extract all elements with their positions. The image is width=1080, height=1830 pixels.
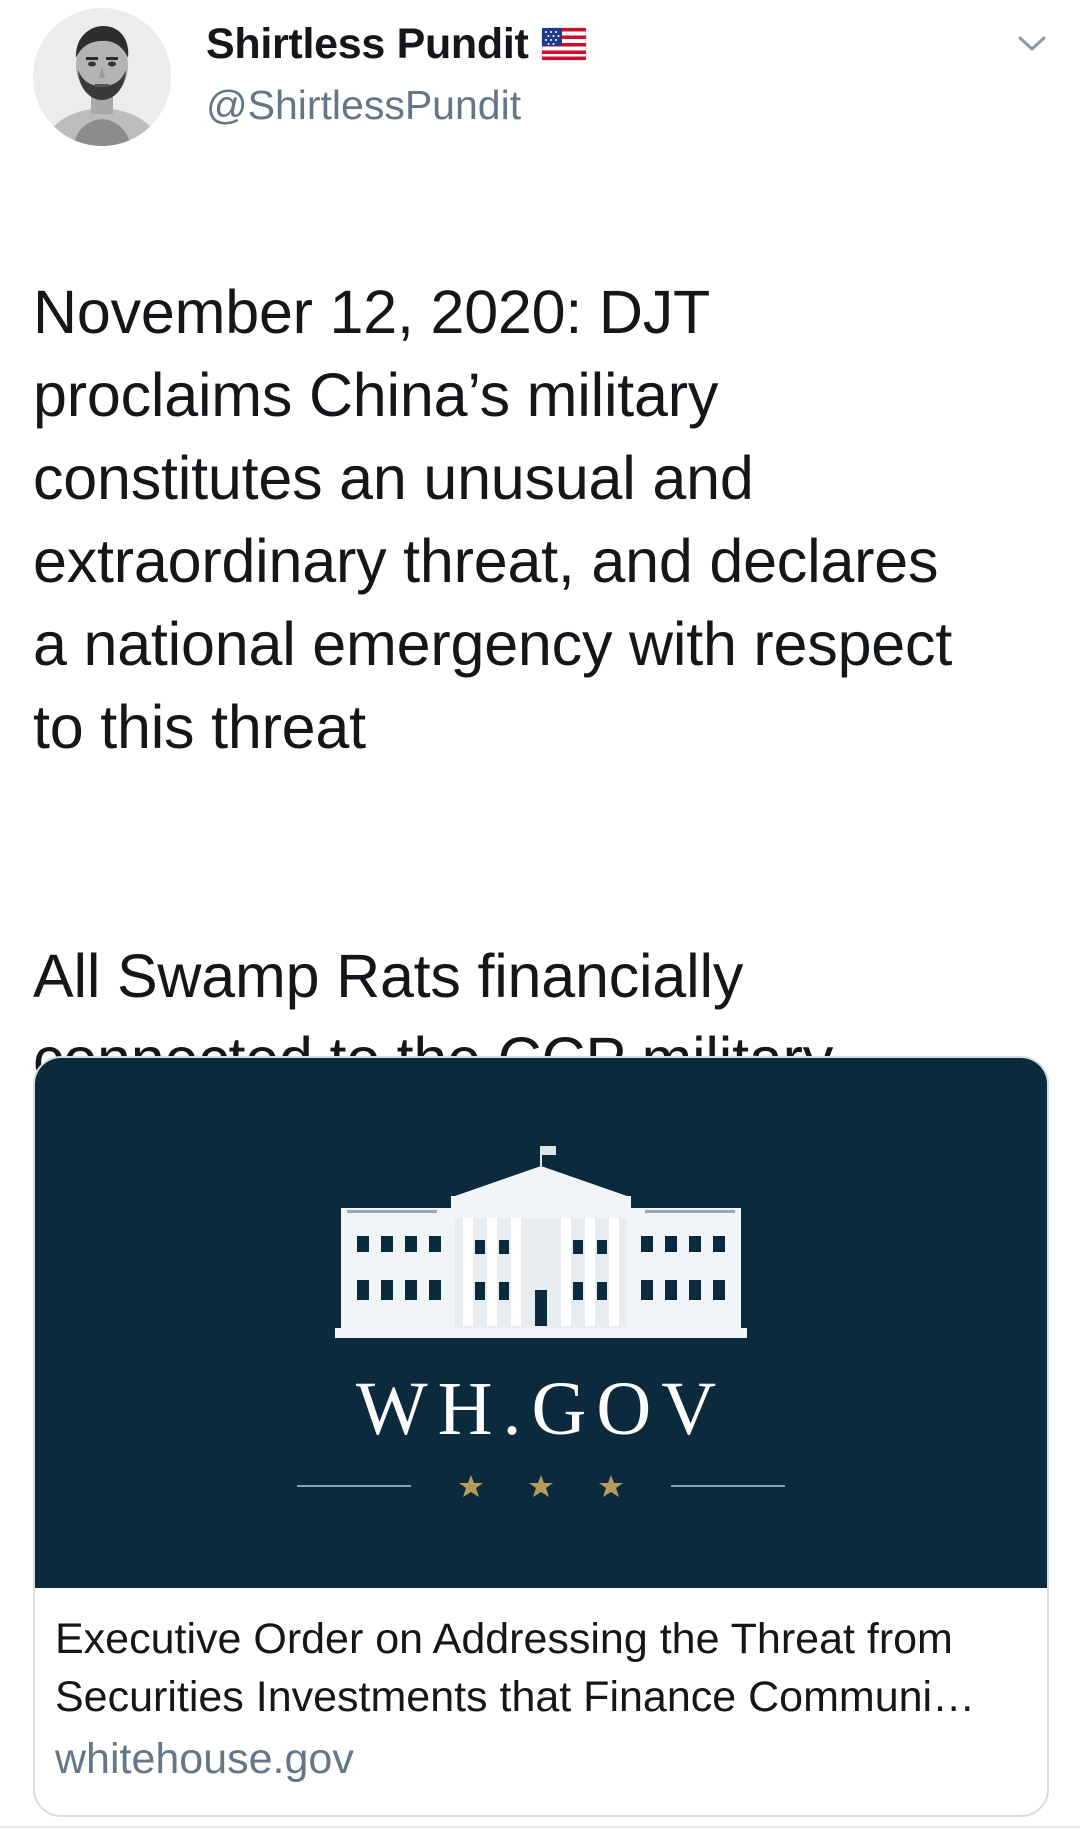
avatar[interactable] bbox=[33, 8, 171, 146]
card-image[interactable]: WH.GOV bbox=[35, 1058, 1047, 1588]
author-name-row[interactable]: Shirtless Pundit bbox=[206, 16, 587, 72]
card-image-label: WH.GOV bbox=[355, 1367, 727, 1451]
card-title-line: Securities Investments that Finance Comm… bbox=[55, 1673, 976, 1721]
tweet-paragraph: November 12, 2020: DJT proclaims China’s… bbox=[33, 278, 953, 761]
us-flag-icon bbox=[541, 27, 587, 61]
card-meta: Executive Order on Addressing the Threat… bbox=[55, 1610, 1030, 1788]
link-card[interactable]: WH.GOV Executive Order on Addressing the… bbox=[33, 1056, 1049, 1817]
card-title-line: Executive Order on Addressing the Threat… bbox=[55, 1615, 953, 1663]
author-display-name[interactable]: Shirtless Pundit bbox=[206, 20, 529, 69]
author-handle[interactable]: @ShirtlessPundit bbox=[206, 82, 521, 129]
tweet: Shirtless Pundit @ShirtlessPundit Novemb… bbox=[0, 0, 1080, 1830]
tweet-menu-button[interactable] bbox=[1010, 22, 1054, 66]
avatar-photo-icon bbox=[33, 8, 171, 146]
chevron-down-icon bbox=[1018, 36, 1046, 51]
card-title[interactable]: Executive Order on Addressing the Threat… bbox=[55, 1610, 1030, 1726]
white-house-logo bbox=[297, 1146, 785, 1497]
divider bbox=[0, 1826, 1080, 1828]
card-domain: whitehouse.gov bbox=[55, 1735, 354, 1783]
